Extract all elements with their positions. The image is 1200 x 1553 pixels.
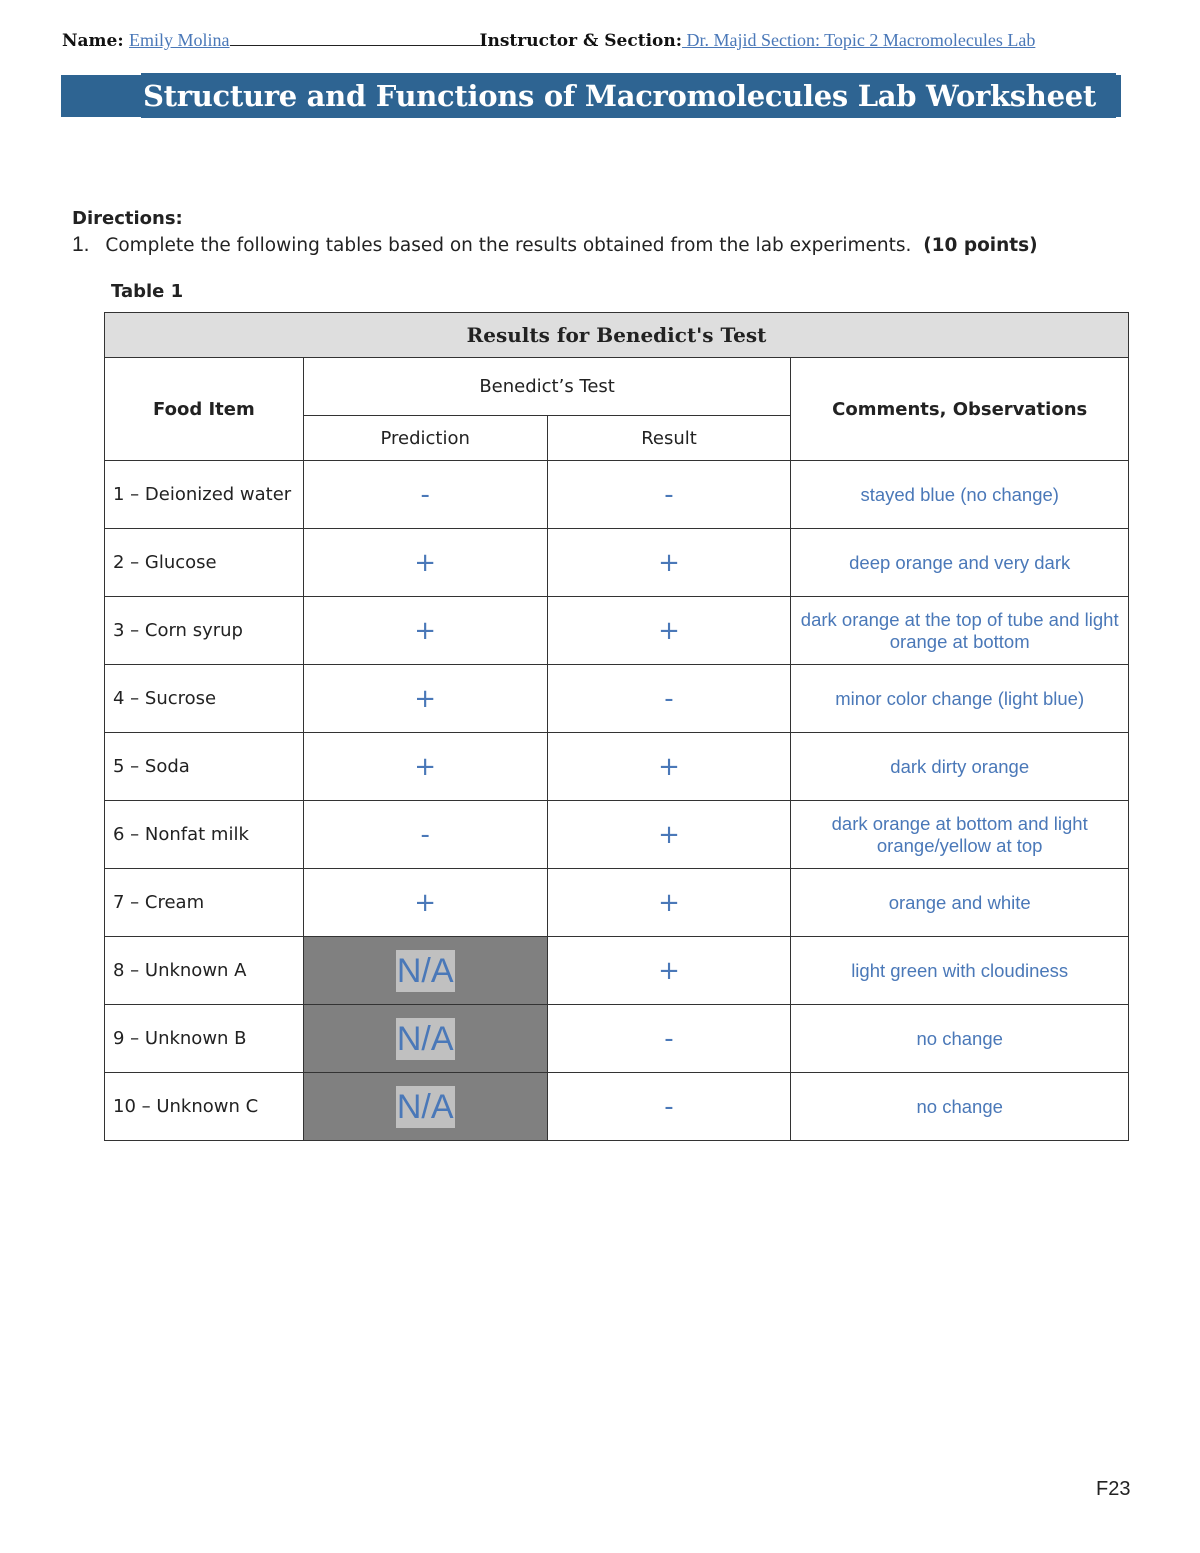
instructor-label: Instructor & Section: (479, 31, 683, 51)
direction-step-1: 1. Complete the following tables based o… (72, 233, 1038, 257)
table-row: 2 – Glucose + + deep orange and very dark (104, 528, 1129, 597)
table-row: 8 – Unknown A N/A + light green with cloudi… (104, 936, 1129, 1005)
header-comments: Comments, Observations (790, 357, 1129, 461)
result-cell: - (546, 664, 792, 733)
prediction-cell: - (302, 800, 548, 869)
table-row: 6 – Nonfat milk - + dark orange at bottom a… (104, 800, 1129, 869)
food-item-cell: 4 – Sucrose (104, 664, 304, 733)
page-footer: F23 (1096, 1478, 1131, 1500)
comment-cell: light green with cloudiness (790, 936, 1129, 1005)
comment-cell: deep orange and very dark (790, 528, 1129, 597)
name-value[interactable]: Emily Molina (129, 30, 230, 50)
table-title: Results for Benedict's Test (104, 312, 1129, 358)
name-underline (229, 31, 480, 46)
food-item-cell: 1 – Deionized water (104, 460, 304, 529)
benedicts-results-table: Results for Benedict's Test Food Item Be… (104, 312, 1129, 1141)
prediction-cell: + (302, 732, 548, 801)
header-line: Name: Emily Molina Instructor & Section: … (62, 30, 1035, 51)
header-prediction: Prediction (302, 415, 548, 461)
header-row-1: Food Item Benedict’s Test Comments, Obse… (104, 357, 1129, 461)
result-cell: - (546, 460, 792, 529)
table-title-row: Results for Benedict's Test (104, 312, 1129, 358)
header-result: Result (546, 415, 792, 461)
prediction-cell-na: N/A (302, 1004, 548, 1073)
result-cell: + (546, 732, 792, 801)
page-title: Structure and Functions of Macromolecule… (143, 78, 1096, 113)
step-points: (10 points) (923, 235, 1038, 256)
comment-cell: no change (790, 1004, 1129, 1073)
food-item-cell: 2 – Glucose (104, 528, 304, 597)
comment-cell: dark dirty orange (790, 732, 1129, 801)
header-test-group: Benedict’s Test (302, 357, 792, 416)
food-item-cell: 7 – Cream (104, 868, 304, 937)
step-number: 1. (72, 233, 90, 256)
table-row: 10 – Unknown C N/A - no change (104, 1072, 1129, 1141)
comment-cell: dark orange at the top of tube and light… (790, 596, 1129, 665)
comment-cell: dark orange at bottom and light orange/y… (790, 800, 1129, 869)
prediction-cell: + (302, 596, 548, 665)
comment-cell: no change (790, 1072, 1129, 1141)
prediction-cell: + (302, 868, 548, 937)
prediction-cell-na: N/A (302, 936, 548, 1005)
comment-cell: stayed blue (no change) (790, 460, 1129, 529)
result-cell: + (546, 936, 792, 1005)
food-item-cell: 5 – Soda (104, 732, 304, 801)
table-row: 4 – Sucrose + - minor color change (light b… (104, 664, 1129, 733)
result-cell: + (546, 868, 792, 937)
title-banner: Structure and Functions of Macromolecule… (61, 72, 1121, 118)
prediction-cell: + (302, 664, 548, 733)
prediction-cell-na: N/A (302, 1072, 548, 1141)
table-row: 1 – Deionized water - - stayed blue (no cha… (104, 460, 1129, 529)
result-cell: - (546, 1072, 792, 1141)
result-cell: + (546, 800, 792, 869)
title-banner-inner: Structure and Functions of Macromolecule… (141, 72, 1116, 118)
table-row: 7 – Cream + + orange and white (104, 868, 1129, 937)
instructor-value[interactable]: Dr. Majid Section: Topic 2 Macromolecule… (682, 30, 1036, 50)
na-label: N/A (395, 1085, 455, 1128)
result-cell: + (546, 596, 792, 665)
result-cell: + (546, 528, 792, 597)
food-item-cell: 8 – Unknown A (104, 936, 304, 1005)
comment-cell: minor color change (light blue) (790, 664, 1129, 733)
na-label: N/A (395, 949, 455, 992)
food-item-cell: 3 – Corn syrup (104, 596, 304, 665)
header-food-item: Food Item (104, 357, 304, 461)
result-cell: - (546, 1004, 792, 1073)
table-row: 5 – Soda + + dark dirty orange (104, 732, 1129, 801)
table-caption: Table 1 (111, 281, 184, 302)
na-label: N/A (395, 1017, 455, 1060)
prediction-cell: + (302, 528, 548, 597)
food-item-cell: 10 – Unknown C (104, 1072, 304, 1141)
food-item-cell: 9 – Unknown B (104, 1004, 304, 1073)
table-row: 3 – Corn syrup + + dark orange at the top o… (104, 596, 1129, 665)
name-label: Name: (62, 31, 124, 51)
directions-heading: Directions: (72, 208, 183, 229)
table-row: 9 – Unknown B N/A - no change (104, 1004, 1129, 1073)
comment-cell: orange and white (790, 868, 1129, 937)
food-item-cell: 6 – Nonfat milk (104, 800, 304, 869)
prediction-cell: - (302, 460, 548, 529)
step-text: Complete the following tables based on t… (105, 235, 912, 256)
